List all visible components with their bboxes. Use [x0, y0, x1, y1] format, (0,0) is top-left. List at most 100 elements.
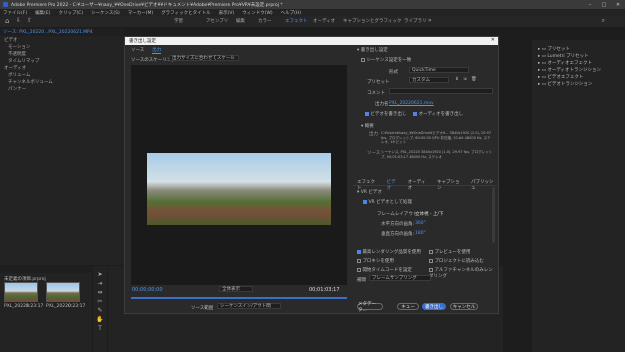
search-icon[interactable]: ⌕ [602, 17, 605, 25]
workspace-tab-assembly[interactable]: アセンブリ [206, 18, 228, 24]
export-video-checkbox[interactable] [365, 111, 369, 116]
frame-layout-select[interactable]: 立体視 - 上/下 [415, 211, 444, 217]
menu-clip[interactable]: クリップ(C) [58, 10, 83, 16]
hand-tool-icon[interactable]: ✋ [93, 315, 107, 324]
workspace-tab-edit[interactable]: 編集 [236, 18, 245, 24]
effects-folder-audio-effects[interactable]: ▸ ▭ オーディオエフェクト [538, 60, 621, 67]
v-view-value[interactable]: 180° [415, 231, 426, 236]
menu-edit[interactable]: 編集(E) [35, 10, 50, 16]
summary-source-text: シーケンス, PXL_20220 3840x1920 (1.0), 29.97 … [381, 150, 493, 159]
cancel-button[interactable]: キャンセル [450, 303, 478, 310]
workspace-tab-audio[interactable]: オーディオ [313, 18, 335, 24]
effect-row-channel-volume[interactable]: チャンネルボリューム [0, 78, 124, 85]
menu-file[interactable]: ファイル(F) [3, 10, 27, 16]
effects-folder-presets[interactable]: ▸ ▭ プリセット [538, 46, 621, 53]
effects-folder-lumetri[interactable]: ▸ ▭ Lumetri プリセット [538, 53, 621, 60]
workspace-tab-captions[interactable]: キャプションとグラフィック [343, 18, 401, 24]
export-audio-checkbox[interactable] [413, 111, 417, 116]
workspace-tab-color[interactable]: カラー [258, 18, 272, 24]
import-preset-icon[interactable]: ⇲ [463, 77, 467, 82]
use-proxies-checkbox[interactable] [357, 258, 361, 263]
summary-output-text: C:¥Users¥naoy_¥¥OneDrive¥ビデオ¥... 3840x19… [381, 131, 492, 144]
type-tool-icon[interactable]: T [93, 324, 107, 333]
menu-window[interactable]: ウィンドウ(W) [242, 10, 272, 16]
subtab-captions[interactable]: キャプション [437, 179, 463, 191]
render-alpha-only-label: アルファチャンネルのみレンダリング [429, 268, 493, 279]
h-view-label: 水平方向の画角: [381, 222, 415, 227]
menu-marker[interactable]: マーカー(M) [128, 10, 153, 16]
pen-tool-icon[interactable]: ✎ [93, 306, 107, 315]
fit-select[interactable]: 全体表示 [219, 286, 253, 292]
timeline-scrubber[interactable] [131, 297, 347, 299]
effect-controls-tab[interactable]: ソース: PXL_20220...PXL_20220621.MP4 [3, 29, 93, 35]
effect-row-motion[interactable]: モーション [0, 43, 124, 50]
subtab-audio[interactable]: オーディオ [408, 179, 429, 191]
export-icon[interactable]: ⇧ [27, 17, 32, 24]
effect-row-volume[interactable]: ボリューム [0, 71, 124, 78]
effects-folder-video-transitions[interactable]: ▸ ▭ ビデオトランジション [538, 81, 621, 88]
close-window-icon[interactable]: ✕ [611, 0, 625, 9]
import-icon[interactable]: ⇩ [16, 17, 21, 24]
selection-tool-icon[interactable]: ➤ [93, 270, 107, 279]
summary-header: ▾ 概要 [361, 124, 374, 129]
settings-scrollbar[interactable] [492, 187, 495, 243]
interpolation-select[interactable]: フレームサンプリング [369, 275, 431, 281]
queue-button[interactable]: キュー [397, 303, 419, 310]
workspace-tab-libraries[interactable]: ライブラリ [404, 18, 427, 24]
export-button[interactable]: 書き出し [422, 303, 446, 310]
render-alpha-only-checkbox[interactable] [429, 267, 433, 272]
effect-row-time-remap[interactable]: タイムリマップ [0, 57, 124, 64]
tab-output[interactable]: 出力 [152, 47, 162, 54]
menu-help[interactable]: ヘルプ(H) [281, 10, 301, 16]
subtab-publish[interactable]: パブリッシュ [471, 179, 497, 191]
match-sequence-checkbox[interactable] [361, 57, 365, 62]
workspace-tab-learn[interactable]: 学習 [174, 18, 183, 24]
vr-video-checkbox[interactable] [363, 199, 367, 204]
ripple-edit-tool-icon[interactable]: ⇹ [93, 288, 107, 297]
use-previews-checkbox[interactable] [429, 249, 433, 254]
scaling-select[interactable]: 出力サイズに合わせてスケール [169, 55, 239, 61]
tab-source[interactable]: ソース [131, 47, 144, 54]
project-item-thumbnail[interactable] [46, 282, 80, 302]
comment-input[interactable] [389, 88, 493, 94]
project-item-thumbnail[interactable] [4, 282, 38, 302]
effect-row-panner[interactable]: パンナー [0, 85, 124, 92]
source-range-select[interactable]: シーケンスイン/アウト間 [217, 303, 281, 309]
title-bar: Adobe Premiere Pro 2022 - C:¥ユーザー¥naoy_¥… [0, 0, 625, 9]
timecode-in[interactable]: 00;00;00;00 [132, 287, 163, 293]
menu-sequence[interactable]: シーケンス(S) [91, 10, 120, 16]
render-options: 最高レンダリング品質を使用 プレビューを使用 プロキシを使用 プロジェクトに読み… [353, 249, 497, 299]
set-start-timecode-checkbox[interactable] [357, 267, 361, 272]
effects-folder-audio-transitions[interactable]: ▸ ▭ オーディオトランジション [538, 67, 621, 74]
premiere-app-icon [3, 2, 8, 7]
razor-tool-icon[interactable]: ✂ [93, 297, 107, 306]
import-into-project-checkbox[interactable] [429, 258, 433, 263]
format-select[interactable]: QuickTime [409, 67, 469, 73]
h-view-value[interactable]: 360° [415, 221, 426, 226]
workspace-tab-effects[interactable]: エフェクト [285, 18, 308, 24]
preset-select[interactable]: カスタム [409, 77, 449, 83]
home-icon[interactable]: ⌂ [5, 17, 9, 25]
set-start-timecode-label: 開始タイムコードを設定 [362, 268, 412, 273]
project-item-duration: 0:23:17 [68, 304, 86, 309]
metadata-button[interactable]: メタデータ... [357, 302, 383, 313]
maximize-icon[interactable]: □ [597, 0, 611, 9]
subtab-video[interactable]: ビデオ [387, 179, 400, 191]
minimize-icon[interactable]: – [583, 0, 597, 9]
menu-graphics[interactable]: グラフィックとタイトル [161, 10, 210, 16]
output-name-label: 出力名 [375, 102, 389, 107]
use-previews-label: プレビューを使用 [434, 250, 471, 255]
dialog-close-icon[interactable]: ✕ [491, 37, 495, 43]
window-title: Adobe Premiere Pro 2022 - C:¥ユーザー¥naoy_¥… [11, 2, 283, 8]
workspace-menu-icon[interactable]: » [428, 17, 432, 24]
effect-row-opacity[interactable]: 不透明度 [0, 50, 124, 57]
max-render-quality-checkbox[interactable] [357, 249, 361, 254]
effects-folder-video-effects[interactable]: ▸ ▭ ビデオエフェクト [538, 74, 621, 81]
save-preset-icon[interactable]: ⬇ [455, 77, 459, 82]
output-name-link[interactable]: PXL_20220621.mov [389, 101, 434, 106]
track-select-tool-icon[interactable]: ⇥ [93, 279, 107, 288]
menu-view[interactable]: 表示(V) [219, 10, 235, 16]
preview-area [131, 65, 347, 285]
delete-preset-icon[interactable]: 🗑 [471, 77, 477, 82]
subtab-effects[interactable]: エフェクト [357, 179, 379, 191]
